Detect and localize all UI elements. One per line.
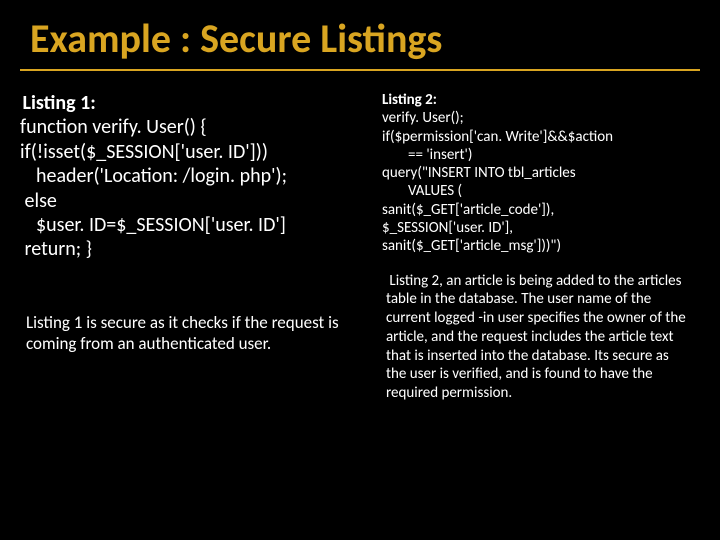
code-line: verify. User();: [382, 109, 702, 127]
content-columns: Listing 1: function verify. User() { if(…: [0, 71, 720, 403]
code-line: == 'insert'): [382, 146, 702, 164]
code-line: $user. ID=$_SESSION['user. ID']: [20, 213, 370, 237]
code-line: VALUES (: [382, 182, 702, 200]
code-line: sanit($_GET['article_msg']))"): [382, 237, 702, 255]
listing-1-code: function verify. User() { if(!isset($_SE…: [18, 115, 370, 261]
caption-text: Listing 2, an article is being added to …: [386, 272, 686, 403]
code-line: function verify. User() {: [20, 115, 370, 139]
code-line: $_SESSION['user. ID'],: [382, 219, 702, 237]
code-text: return; }: [25, 237, 92, 261]
listing-1-label: Listing 1:: [18, 91, 370, 115]
listing-2-code: verify. User(); if($permission['can. Wri…: [382, 109, 702, 255]
listing-1-label-text: Listing 1:: [23, 91, 96, 115]
listing-2-label: Listing 2:: [382, 91, 702, 109]
code-line: else: [20, 189, 370, 213]
code-line: header('Location: /login. php');: [20, 164, 370, 188]
slide: Example : Secure Listings Listing 1: fun…: [0, 0, 720, 540]
code-line: query("INSERT INTO tbl_articles: [382, 164, 702, 182]
code-line: if($permission['can. Write']&&$action: [382, 128, 702, 146]
listing-1-caption: Listing 1 is secure as it checks if the …: [18, 262, 370, 355]
code-line: sanit($_GET['article_code']),: [382, 201, 702, 219]
code-line: return; }: [20, 237, 370, 261]
slide-title: Example : Secure Listings: [0, 0, 720, 63]
left-column: Listing 1: function verify. User() { if(…: [18, 91, 370, 403]
right-column: Listing 2: verify. User(); if($permissio…: [382, 91, 702, 403]
code-line: if(!isset($_SESSION['user. ID'])): [20, 140, 370, 164]
listing-2-caption: Listing 2, an article is being added to …: [382, 256, 702, 403]
code-text: else: [25, 189, 57, 213]
